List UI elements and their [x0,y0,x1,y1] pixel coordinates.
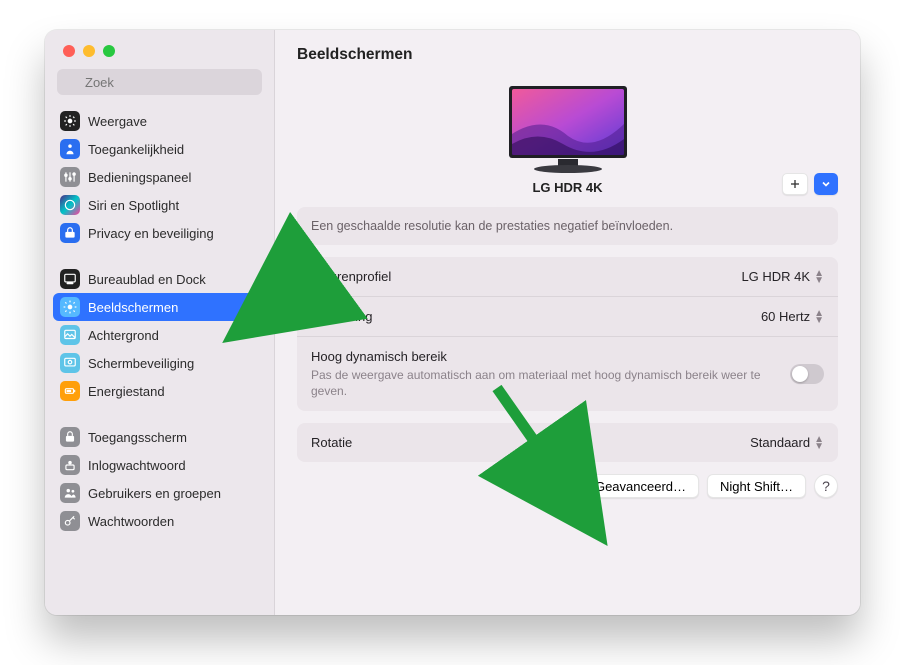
color-profile-value[interactable]: LG HDR 4K ▲▼ [741,269,824,284]
sidebar-item-siri-en-spotlight[interactable]: Siri en Spotlight [53,191,266,219]
sidebar-list: Weergave Toegankelijkheid Bedieningspaneel… [45,103,274,615]
color-profile-label: Kleurenprofiel [311,269,741,284]
search-wrap [45,69,274,103]
row-rotation[interactable]: Rotatie Standaard ▲▼ [297,423,838,462]
sidebar-item-label: Toegangsscherm [88,430,187,445]
plus-icon [789,178,801,190]
resolution-note: Een geschaalde resolutie kan de prestati… [297,207,838,245]
sidebar-item-label: Achtergrond [88,328,159,343]
sidebar-item-bureaublad-en-dock[interactable]: Bureaublad en Dock [53,265,266,293]
rotation-value[interactable]: Standaard ▲▼ [750,435,824,450]
minimize-icon[interactable] [83,45,95,57]
row-refresh-rate[interactable]: Verversing 60 Hertz ▲▼ [297,297,838,337]
hdr-sub: Pas de weergave automatisch aan om mater… [311,367,790,399]
chevron-down-icon [820,178,832,190]
refresh-rate-label: Verversing [311,309,761,324]
sidebar-item-achtergrond[interactable]: Achtergrond [53,321,266,349]
sidebar-item-energiestand[interactable]: Energiestand [53,377,266,405]
dock-icon [60,269,80,289]
screensaver-icon [60,353,80,373]
monitor-name: LG HDR 4K [297,180,838,195]
sidebar-item-label: Beeldschermen [88,300,178,315]
display-preview: LG HDR 4K [297,80,838,195]
sidebar-item-label: Bureaublad en Dock [88,272,206,287]
sidebar-item-label: Bedieningspaneel [88,170,191,185]
sidebar-item-bedieningspaneel[interactable]: Bedieningspaneel [53,163,266,191]
sidebar-item-label: Gebruikers en groepen [88,486,221,501]
rotation-panel: Rotatie Standaard ▲▼ [297,423,838,462]
sliders-icon [60,167,80,187]
sidebar-item-label: Privacy en beveiliging [88,226,214,241]
sidebar-item-label: Inlogwachtwoord [88,458,186,473]
refresh-rate-value[interactable]: 60 Hertz ▲▼ [761,309,824,324]
hdr-toggle[interactable] [790,364,824,384]
sun-icon [60,111,80,131]
settings-window: Weergave Toegankelijkheid Bedieningspaneel… [45,30,860,615]
traffic-lights [45,30,274,69]
sidebar-item-beeldschermen[interactable]: Beeldschermen [53,293,266,321]
lock-icon [60,427,80,447]
add-display-button[interactable] [782,173,808,195]
help-button[interactable]: ? [814,474,838,498]
row-hdr: Hoog dynamisch bereik Pas de weergave au… [297,337,838,411]
sidebar-item-label: Toegankelijkheid [88,142,184,157]
updown-icon: ▲▼ [814,436,824,450]
arrange-menu-button[interactable] [814,173,838,195]
sidebar-item-privacy-en-beveiliging[interactable]: Privacy en beveiliging [53,219,266,247]
sidebar-item-label: Schermbeveiliging [88,356,194,371]
sidebar-item-label: Weergave [88,114,147,129]
hdr-label: Hoog dynamisch bereik [311,349,790,364]
settings-panel: Kleurenprofiel LG HDR 4K ▲▼ Verversing 6… [297,257,838,411]
badge-icon [60,455,80,475]
page-title: Beeldschermen [275,30,860,80]
sidebar-item-label: Siri en Spotlight [88,198,179,213]
battery-icon [60,381,80,401]
wallpaper-icon [60,325,80,345]
sidebar-item-weergave[interactable]: Weergave [53,107,266,135]
rotation-label: Rotatie [311,435,750,450]
sidebar-item-gebruikers-en-groepen[interactable]: Gebruikers en groepen [53,479,266,507]
zoom-icon[interactable] [103,45,115,57]
sidebar: Weergave Toegankelijkheid Bedieningspaneel… [45,30,275,615]
search-input[interactable] [57,69,262,95]
sidebar-item-label: Energiestand [88,384,165,399]
siri-icon [60,195,80,215]
users-icon [60,483,80,503]
sidebar-item-label: Wachtwoorden [88,514,174,529]
sidebar-item-toegangsscherm[interactable]: Toegangsscherm [53,423,266,451]
key-icon [60,511,80,531]
updown-icon: ▲▼ [814,270,824,284]
updown-icon: ▲▼ [814,310,824,324]
sidebar-item-wachtwoorden[interactable]: Wachtwoorden [53,507,266,535]
brightness-icon [60,297,80,317]
sidebar-item-inlogwachtwoord[interactable]: Inlogwachtwoord [53,451,266,479]
sidebar-item-toegankelijkheid[interactable]: Toegankelijkheid [53,135,266,163]
row-color-profile[interactable]: Kleurenprofiel LG HDR 4K ▲▼ [297,257,838,297]
hand-icon [60,223,80,243]
close-icon[interactable] [63,45,75,57]
monitor-icon [503,84,633,174]
advanced-button[interactable]: Geavanceerd… [582,474,699,498]
night-shift-button[interactable]: Night Shift… [707,474,806,498]
sidebar-item-schermbeveiliging[interactable]: Schermbeveiliging [53,349,266,377]
main-area: Beeldschermen [275,30,860,615]
person-icon [60,139,80,159]
footer: Geavanceerd… Night Shift… ? [275,474,860,516]
